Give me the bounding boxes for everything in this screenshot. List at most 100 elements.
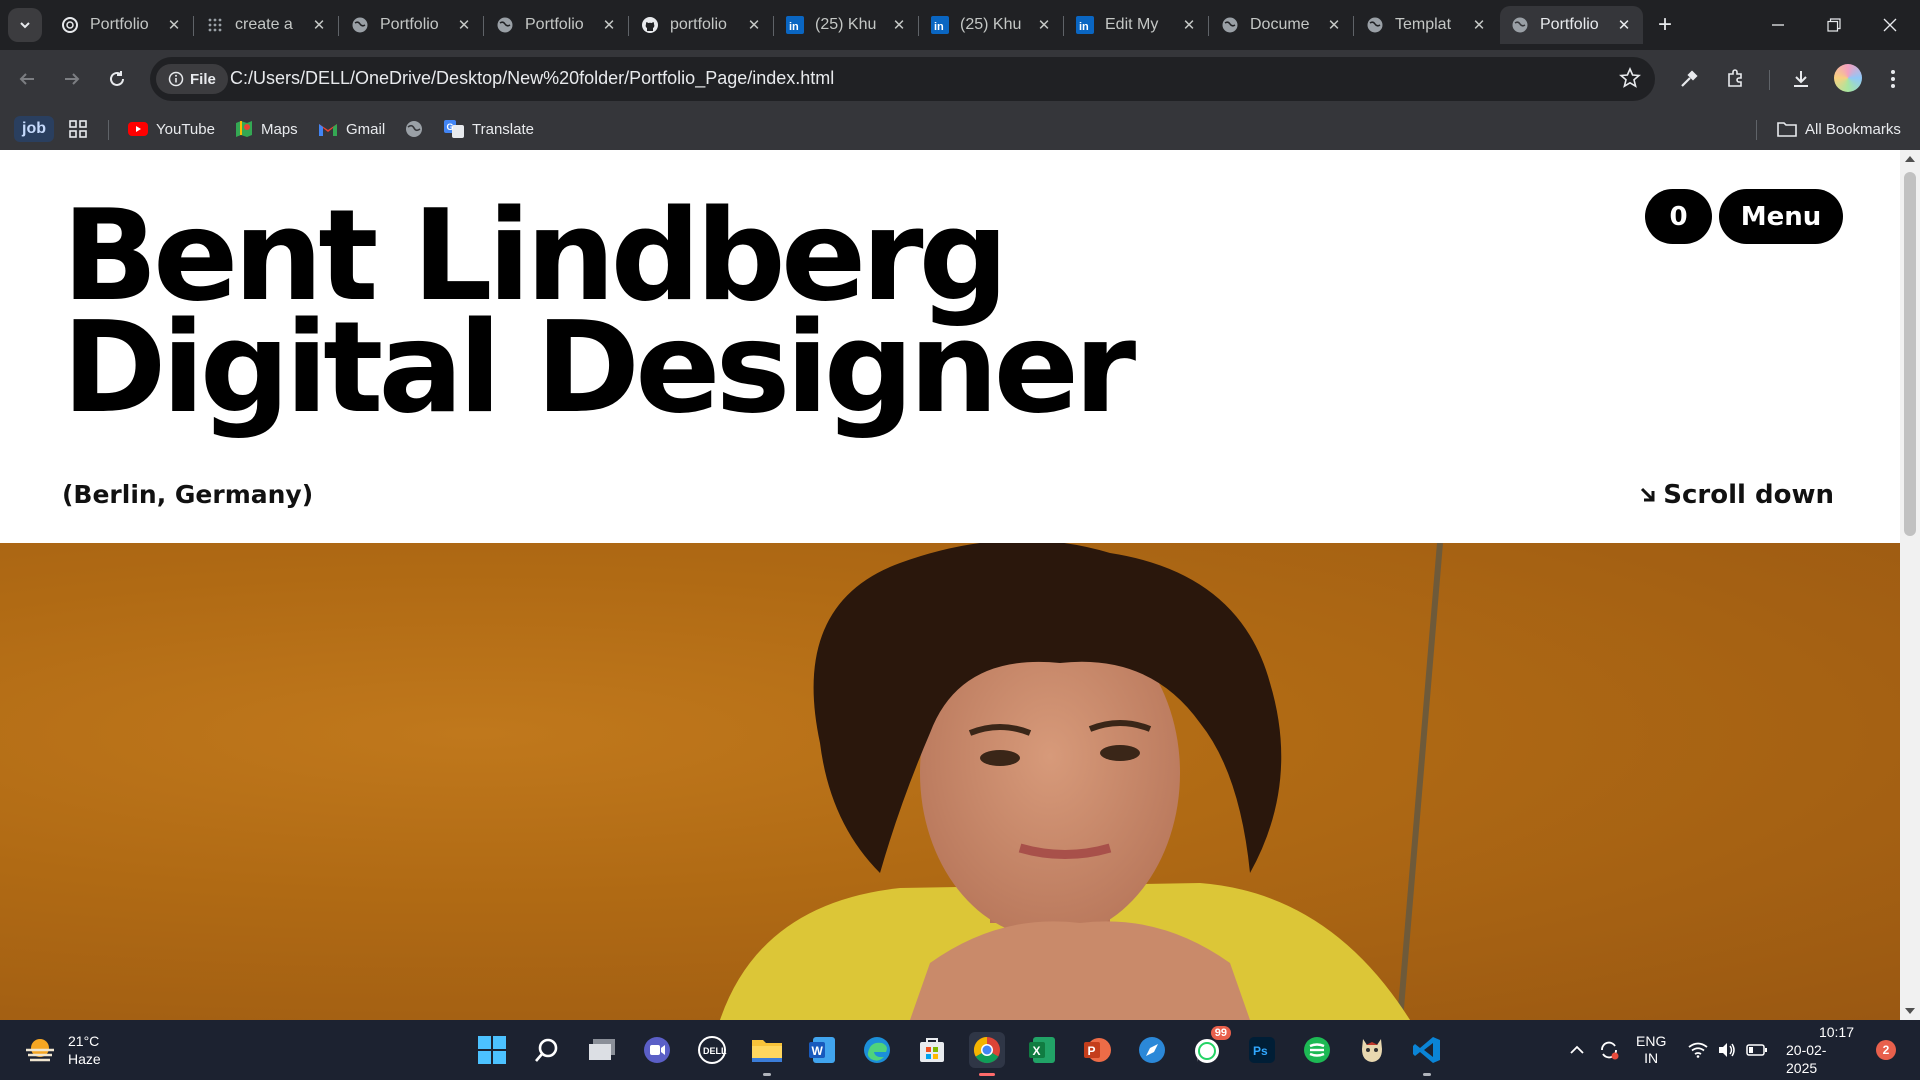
new-tab-button[interactable]: + bbox=[1650, 10, 1680, 40]
tab[interactable]: Portfolio ✕ bbox=[485, 6, 629, 44]
taskbar-app-blue[interactable] bbox=[1134, 1032, 1170, 1068]
taskbar-meet-app[interactable] bbox=[639, 1032, 675, 1068]
more-menu-icon[interactable] bbox=[1876, 62, 1910, 96]
start-button[interactable] bbox=[474, 1032, 510, 1068]
task-view-button[interactable] bbox=[584, 1032, 620, 1068]
taskbar-app-green[interactable] bbox=[1299, 1032, 1335, 1068]
tab[interactable]: create a ✕ bbox=[195, 6, 339, 44]
restore-button[interactable] bbox=[1806, 0, 1862, 50]
windows-logo-icon bbox=[478, 1036, 506, 1064]
close-icon[interactable]: ✕ bbox=[455, 16, 473, 34]
forward-button[interactable] bbox=[55, 62, 89, 96]
taskbar-vscode[interactable] bbox=[1409, 1032, 1445, 1076]
globe-icon bbox=[495, 15, 515, 35]
taskbar-word[interactable]: W bbox=[804, 1032, 840, 1068]
scrollbar-thumb[interactable] bbox=[1904, 172, 1916, 536]
word-icon: W bbox=[809, 1037, 835, 1063]
taskbar-excel[interactable]: X bbox=[1024, 1032, 1060, 1068]
apps-grid-icon[interactable] bbox=[68, 117, 88, 141]
bookmark-job[interactable]: job bbox=[14, 116, 54, 142]
store-icon bbox=[920, 1038, 944, 1062]
clock[interactable]: 10:17 20-02-2025 bbox=[1786, 1020, 1854, 1080]
scroll-up-icon[interactable] bbox=[1905, 156, 1915, 162]
close-icon[interactable]: ✕ bbox=[310, 16, 328, 34]
back-button[interactable] bbox=[10, 62, 44, 96]
close-icon[interactable]: ✕ bbox=[890, 16, 908, 34]
page-scrollbar[interactable] bbox=[1900, 150, 1920, 1020]
taskbar-dell-app[interactable]: DELL bbox=[694, 1032, 730, 1068]
tab[interactable]: Docume ✕ bbox=[1210, 6, 1354, 44]
close-icon[interactable]: ✕ bbox=[1470, 16, 1488, 34]
tab[interactable]: portfolio ✕ bbox=[630, 6, 774, 44]
close-icon[interactable]: ✕ bbox=[1035, 16, 1053, 34]
reload-icon bbox=[110, 71, 124, 86]
tab[interactable]: in (25) Khu ✕ bbox=[920, 6, 1064, 44]
eyedropper-icon[interactable] bbox=[1672, 62, 1706, 96]
bookmark-translate[interactable]: G Translate bbox=[444, 117, 534, 141]
bookmark-maps[interactable]: Maps bbox=[235, 117, 298, 141]
tab[interactable]: Portfolio ✕ bbox=[340, 6, 484, 44]
bookmark-youtube[interactable]: YouTube bbox=[128, 117, 215, 141]
tab-search-button[interactable] bbox=[8, 8, 42, 42]
region-code: IN bbox=[1644, 1050, 1659, 1066]
close-icon[interactable]: ✕ bbox=[165, 16, 183, 34]
bookmark-label: YouTube bbox=[156, 120, 215, 138]
scroll-down-label: Scroll down bbox=[1663, 480, 1834, 510]
taskbar-file-explorer[interactable] bbox=[749, 1032, 785, 1076]
scroll-down-icon[interactable] bbox=[1905, 1008, 1915, 1014]
close-icon[interactable]: ✕ bbox=[1615, 16, 1633, 34]
taskbar-photoshop[interactable]: Ps bbox=[1244, 1032, 1280, 1068]
globe-icon bbox=[1220, 15, 1240, 35]
menu-button[interactable]: Menu bbox=[1719, 189, 1843, 244]
tab-strip: Portfolio ✕ create a ✕ Portfolio ✕ Portf… bbox=[0, 0, 1920, 50]
taskbar-whatsapp[interactable]: 99 bbox=[1189, 1026, 1231, 1068]
close-icon[interactable]: ✕ bbox=[1325, 16, 1343, 34]
weather-widget[interactable]: 21°C Haze bbox=[24, 1032, 101, 1068]
notification-badge: 99 bbox=[1210, 1026, 1231, 1040]
minimize-button[interactable] bbox=[1750, 0, 1806, 50]
language-indicator[interactable]: ENG IN bbox=[1636, 1020, 1666, 1080]
taskbar-edge[interactable] bbox=[859, 1032, 895, 1068]
gmail-icon bbox=[319, 123, 337, 136]
tab-active[interactable]: Portfolio ✕ bbox=[1500, 6, 1643, 44]
taskbar-search-button[interactable] bbox=[529, 1032, 565, 1068]
grid-dots-icon bbox=[205, 15, 225, 35]
close-icon[interactable]: ✕ bbox=[1180, 16, 1198, 34]
all-bookmarks[interactable]: All Bookmarks bbox=[1777, 117, 1901, 141]
bookmark-globe[interactable] bbox=[404, 117, 424, 141]
profile-avatar[interactable] bbox=[1834, 64, 1862, 92]
bookmark-star-icon[interactable] bbox=[1619, 66, 1641, 94]
bookmark-gmail[interactable]: Gmail bbox=[318, 117, 385, 141]
taskbar-chrome[interactable] bbox=[969, 1032, 1005, 1076]
bookmarks-bar: job YouTube Maps Gmail G Translate All B… bbox=[0, 108, 1920, 150]
tab[interactable]: in Edit My ✕ bbox=[1065, 6, 1209, 44]
chevron-up-icon bbox=[1570, 1045, 1584, 1054]
svg-text:in: in bbox=[789, 21, 799, 33]
quick-settings[interactable] bbox=[1688, 1020, 1768, 1080]
notification-center[interactable]: 2 bbox=[1876, 1020, 1896, 1080]
tab[interactable]: in (25) Khu ✕ bbox=[775, 6, 919, 44]
taskbar-app-mascot[interactable] bbox=[1354, 1032, 1390, 1068]
counter-button[interactable]: 0 bbox=[1645, 189, 1712, 244]
task-view-icon bbox=[589, 1039, 615, 1060]
close-icon[interactable]: ✕ bbox=[745, 16, 763, 34]
hero-title: Bent Lindberg Digital Designer bbox=[62, 193, 1136, 431]
scroll-down-link[interactable]: Scroll down bbox=[1639, 480, 1834, 510]
site-info-chip[interactable]: File bbox=[156, 64, 228, 94]
close-window-button[interactable] bbox=[1862, 0, 1918, 50]
tab-title: Templat bbox=[1395, 16, 1452, 33]
restore-icon bbox=[1827, 18, 1841, 32]
tab[interactable]: Portfolio ✕ bbox=[50, 6, 194, 44]
extensions-icon[interactable] bbox=[1718, 62, 1752, 96]
show-hidden-icons[interactable] bbox=[1568, 1020, 1586, 1080]
arrow-down-right-icon bbox=[1641, 487, 1655, 502]
tab[interactable]: Templat ✕ bbox=[1355, 6, 1498, 44]
address-bar[interactable]: File C:/Users/DELL/OneDrive/Desktop/New%… bbox=[150, 57, 1655, 101]
taskbar-powerpoint[interactable]: P bbox=[1079, 1032, 1115, 1068]
url-text[interactable]: C:/Users/DELL/OneDrive/Desktop/New%20fol… bbox=[230, 68, 834, 89]
taskbar-store[interactable] bbox=[914, 1032, 950, 1068]
sync-status-icon[interactable] bbox=[1598, 1020, 1620, 1080]
download-icon[interactable] bbox=[1784, 62, 1818, 96]
reload-button[interactable] bbox=[100, 62, 134, 96]
close-icon[interactable]: ✕ bbox=[600, 16, 618, 34]
